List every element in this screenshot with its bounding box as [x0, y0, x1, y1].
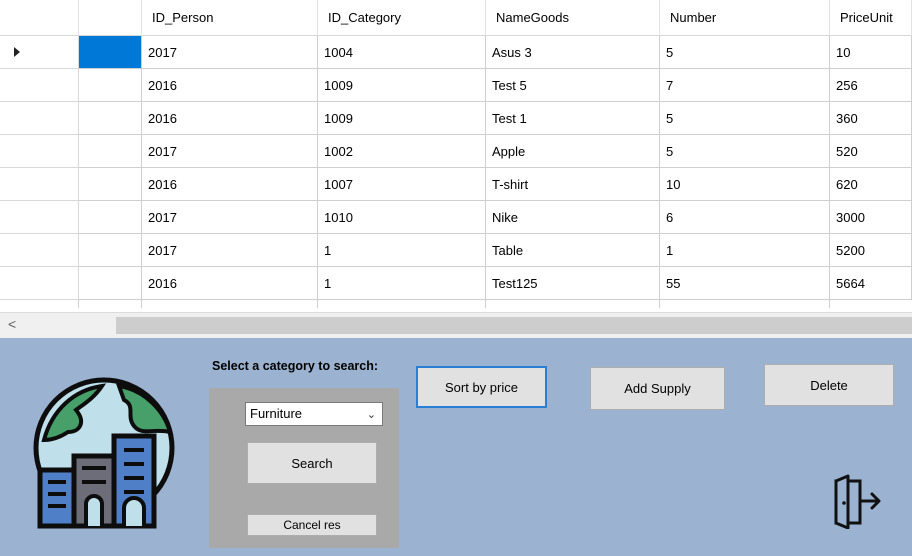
grid-line — [78, 300, 79, 308]
search-button[interactable]: Search — [247, 442, 377, 484]
cell-namegoods[interactable]: Apple — [486, 135, 660, 168]
cell-id-category[interactable]: 1 — [318, 234, 486, 267]
selector-cell[interactable] — [79, 234, 142, 267]
delete-button[interactable]: Delete — [764, 364, 894, 406]
row-header[interactable] — [0, 36, 79, 69]
scroll-left-arrow-icon[interactable]: < — [8, 316, 16, 332]
cell-id-category[interactable]: 1009 — [318, 102, 486, 135]
cell-namegoods[interactable]: Table — [486, 234, 660, 267]
cell-id-person[interactable]: 2017 — [142, 36, 318, 69]
cell-priceunit[interactable]: 360 — [830, 102, 912, 135]
grid-line — [829, 300, 830, 308]
horizontal-scrollbar[interactable]: < — [0, 312, 912, 338]
grid-line — [317, 300, 318, 308]
cell-namegoods[interactable]: Asus 3 — [486, 36, 660, 69]
row-header[interactable] — [0, 135, 79, 168]
current-row-arrow-icon — [14, 47, 20, 57]
column-header-id-category[interactable]: ID_Category — [318, 0, 486, 36]
cell-priceunit[interactable]: 5200 — [830, 234, 912, 267]
row-header[interactable] — [0, 69, 79, 102]
row-header[interactable] — [0, 102, 79, 135]
scrollbar-thumb[interactable] — [116, 317, 912, 334]
row-header[interactable] — [0, 234, 79, 267]
cell-priceunit[interactable]: 620 — [830, 168, 912, 201]
column-header-id-person[interactable]: ID_Person — [142, 0, 318, 36]
cancel-results-button[interactable]: Cancel res — [247, 514, 377, 536]
cell-id-person[interactable]: 2016 — [142, 168, 318, 201]
grid-line — [485, 300, 486, 308]
column-header-number[interactable]: Number — [660, 0, 830, 36]
cell-number[interactable]: 1 — [660, 234, 830, 267]
selector-cell[interactable] — [79, 267, 142, 300]
grid-line — [659, 300, 660, 308]
cell-namegoods[interactable]: Nike — [486, 201, 660, 234]
cell-priceunit[interactable]: 10 — [830, 36, 912, 69]
cell-number[interactable]: 10 — [660, 168, 830, 201]
row-header[interactable] — [0, 267, 79, 300]
cell-id-person[interactable]: 2017 — [142, 201, 318, 234]
search-category-label: Select a category to search: — [212, 359, 379, 373]
cell-id-person[interactable]: 2017 — [142, 135, 318, 168]
selector-cell[interactable] — [79, 36, 142, 69]
cell-id-category[interactable]: 1004 — [318, 36, 486, 69]
cell-id-person[interactable]: 2017 — [142, 234, 318, 267]
cell-id-category[interactable]: 1 — [318, 267, 486, 300]
grid-line — [141, 300, 142, 308]
cell-namegoods[interactable]: Test125 — [486, 267, 660, 300]
category-select-value: Furniture — [250, 406, 303, 421]
sort-by-price-button[interactable]: Sort by price — [416, 366, 547, 408]
exit-door-icon[interactable] — [832, 473, 882, 529]
selector-cell[interactable] — [79, 168, 142, 201]
cell-number[interactable]: 6 — [660, 201, 830, 234]
row-header[interactable] — [0, 201, 79, 234]
cell-number[interactable]: 7 — [660, 69, 830, 102]
cell-namegoods[interactable]: Test 1 — [486, 102, 660, 135]
selector-cell[interactable] — [79, 201, 142, 234]
cell-id-category[interactable]: 1009 — [318, 69, 486, 102]
category-select[interactable]: Furniture ⌄ — [245, 402, 383, 426]
selector-cell[interactable] — [79, 102, 142, 135]
row-header[interactable] — [0, 168, 79, 201]
cell-id-person[interactable]: 2016 — [142, 102, 318, 135]
cell-namegoods[interactable]: T-shirt — [486, 168, 660, 201]
cell-number[interactable]: 5 — [660, 36, 830, 69]
cell-number[interactable]: 5 — [660, 135, 830, 168]
cell-number[interactable]: 5 — [660, 102, 830, 135]
cell-id-category[interactable]: 1007 — [318, 168, 486, 201]
selector-cell[interactable] — [79, 135, 142, 168]
new-row-partial — [0, 300, 912, 308]
column-header-namegoods[interactable]: NameGoods — [486, 0, 660, 36]
column-header-priceunit[interactable]: PriceUnit — [830, 0, 912, 36]
data-grid[interactable]: ID_Person ID_Category NameGoods Number P… — [0, 0, 912, 312]
row-header-corner — [0, 0, 79, 36]
cell-priceunit[interactable]: 3000 — [830, 201, 912, 234]
add-supply-button[interactable]: Add Supply — [590, 367, 725, 410]
cell-priceunit[interactable]: 256 — [830, 69, 912, 102]
chevron-down-icon: ⌄ — [366, 409, 376, 421]
cell-id-person[interactable]: 2016 — [142, 69, 318, 102]
selector-column-header — [79, 0, 142, 36]
city-globe-icon — [33, 377, 175, 529]
cell-priceunit[interactable]: 5664 — [830, 267, 912, 300]
cell-priceunit[interactable]: 520 — [830, 135, 912, 168]
search-group: Furniture ⌄ Search Cancel res — [209, 388, 399, 548]
control-panel: Select a category to search: Furniture ⌄… — [0, 338, 912, 556]
cell-namegoods[interactable]: Test 5 — [486, 69, 660, 102]
selector-cell[interactable] — [79, 69, 142, 102]
cell-number[interactable]: 55 — [660, 267, 830, 300]
cell-id-person[interactable]: 2016 — [142, 267, 318, 300]
cell-id-category[interactable]: 1010 — [318, 201, 486, 234]
cell-id-category[interactable]: 1002 — [318, 135, 486, 168]
